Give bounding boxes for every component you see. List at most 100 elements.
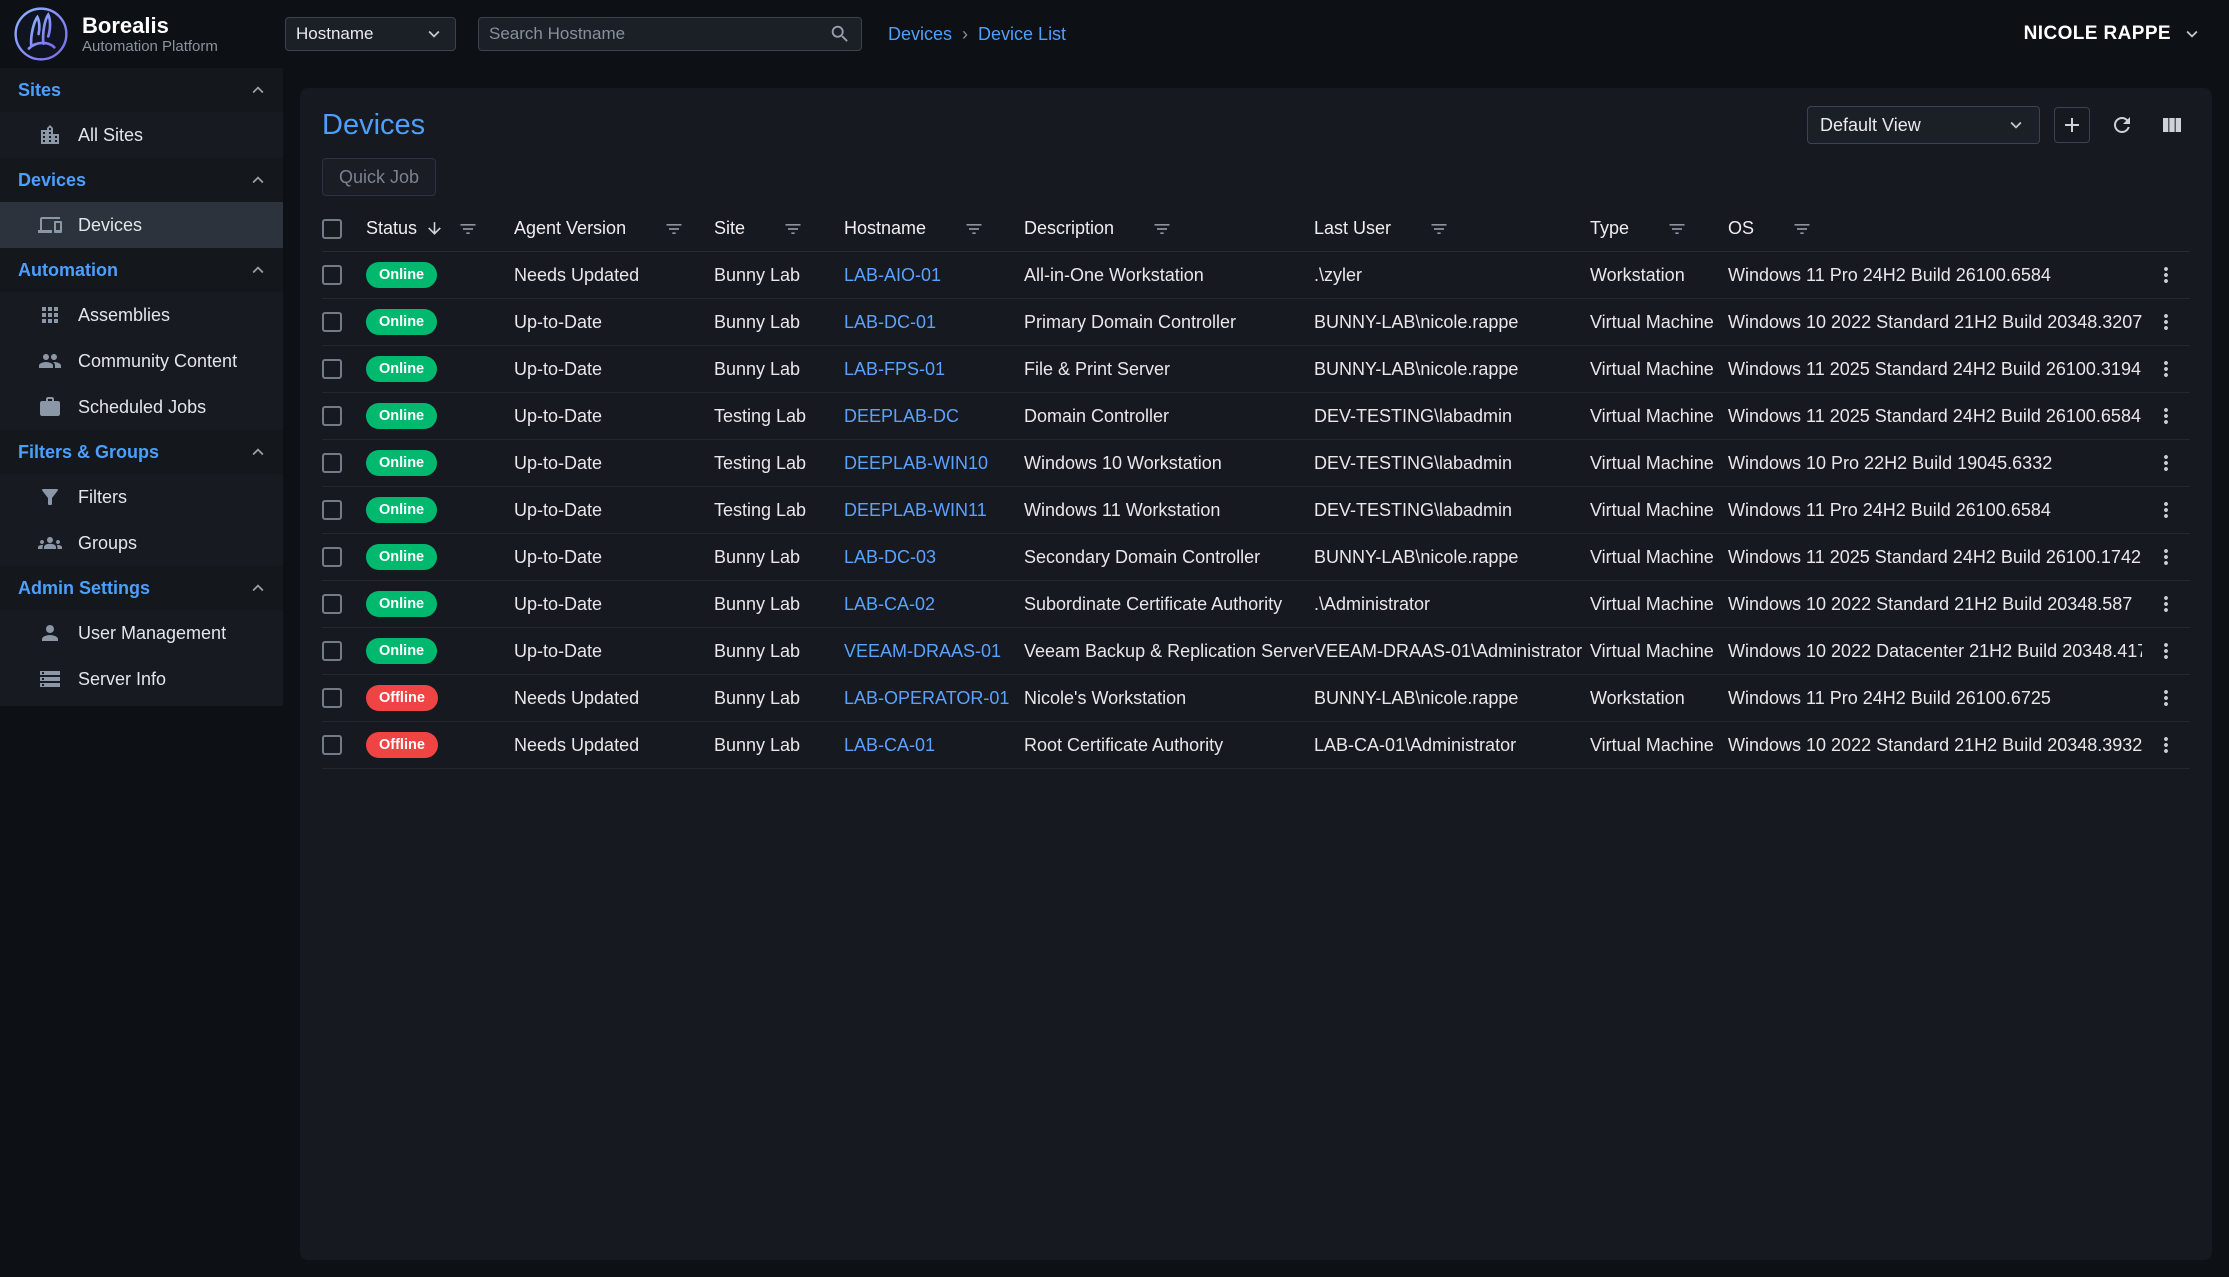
filter-icon[interactable] xyxy=(1429,219,1449,239)
sidebar-item-devices[interactable]: Devices xyxy=(0,202,283,248)
search-field-select[interactable]: Hostname xyxy=(285,17,456,51)
status-badge: Online xyxy=(366,497,437,523)
row-menu-kebab-icon[interactable] xyxy=(2154,404,2178,428)
status-badge: Online xyxy=(366,638,437,664)
column-header-os[interactable]: OS xyxy=(1728,218,2142,239)
chevron-down-icon xyxy=(2005,114,2027,136)
table-row[interactable]: Online Up-to-Date Bunny Lab LAB-CA-02 Su… xyxy=(322,581,2190,628)
add-view-button[interactable] xyxy=(2054,107,2090,143)
table-row[interactable]: Online Needs Updated Bunny Lab LAB-AIO-0… xyxy=(322,252,2190,299)
sidebar-item-server-info[interactable]: Server Info xyxy=(0,656,283,702)
filter-icon[interactable] xyxy=(964,219,984,239)
breadcrumb-devices[interactable]: Devices xyxy=(888,24,952,45)
filter-icon[interactable] xyxy=(458,219,478,239)
row-checkbox[interactable] xyxy=(322,312,342,332)
row-menu-kebab-icon[interactable] xyxy=(2154,686,2178,710)
sidebar-item-filters[interactable]: Filters xyxy=(0,474,283,520)
sidebar-item-assemblies[interactable]: Assemblies xyxy=(0,292,283,338)
table-row[interactable]: Online Up-to-Date Bunny Lab VEEAM-DRAAS-… xyxy=(322,628,2190,675)
site-cell: Testing Lab xyxy=(714,406,844,427)
sidebar-item-user-management[interactable]: User Management xyxy=(0,610,283,656)
column-header-type[interactable]: Type xyxy=(1590,218,1728,239)
row-checkbox[interactable] xyxy=(322,265,342,285)
search-input[interactable] xyxy=(489,24,829,44)
hostname-link[interactable]: LAB-CA-01 xyxy=(844,735,1024,756)
column-header-agent-version[interactable]: Agent Version xyxy=(514,218,714,239)
sidebar-item-label: Devices xyxy=(78,215,142,236)
row-checkbox[interactable] xyxy=(322,547,342,567)
groups-icon xyxy=(38,531,62,555)
sidebar-section-automation[interactable]: Automation xyxy=(0,248,283,292)
site-cell: Bunny Lab xyxy=(714,735,844,756)
sidebar-section-filters-groups[interactable]: Filters & Groups xyxy=(0,430,283,474)
column-header-last-user[interactable]: Last User xyxy=(1314,218,1590,239)
status-badge: Offline xyxy=(366,732,438,758)
row-menu-kebab-icon[interactable] xyxy=(2154,639,2178,663)
column-header-site[interactable]: Site xyxy=(714,218,844,239)
table-row[interactable]: Online Up-to-Date Testing Lab DEEPLAB-DC… xyxy=(322,393,2190,440)
row-menu-kebab-icon[interactable] xyxy=(2154,310,2178,334)
sidebar-section-admin-settings[interactable]: Admin Settings xyxy=(0,566,283,610)
row-menu-kebab-icon[interactable] xyxy=(2154,592,2178,616)
table-row[interactable]: Online Up-to-Date Bunny Lab LAB-DC-03 Se… xyxy=(322,534,2190,581)
columns-button[interactable] xyxy=(2154,107,2190,143)
hostname-link[interactable]: DEEPLAB-DC xyxy=(844,406,1024,427)
sort-desc-icon[interactable] xyxy=(425,219,444,238)
row-menu-kebab-icon[interactable] xyxy=(2154,498,2178,522)
row-checkbox[interactable] xyxy=(322,735,342,755)
row-checkbox[interactable] xyxy=(322,500,342,520)
table-row[interactable]: Online Up-to-Date Testing Lab DEEPLAB-WI… xyxy=(322,487,2190,534)
table-row[interactable]: Online Up-to-Date Bunny Lab LAB-FPS-01 F… xyxy=(322,346,2190,393)
column-header-hostname[interactable]: Hostname xyxy=(844,218,1024,239)
hostname-link[interactable]: LAB-DC-03 xyxy=(844,547,1024,568)
refresh-button[interactable] xyxy=(2104,107,2140,143)
hostname-link[interactable]: LAB-CA-02 xyxy=(844,594,1024,615)
search-icon[interactable] xyxy=(829,23,851,45)
hostname-link[interactable]: VEEAM-DRAAS-01 xyxy=(844,641,1024,662)
row-checkbox[interactable] xyxy=(322,406,342,426)
filter-icon[interactable] xyxy=(664,219,684,239)
hostname-link[interactable]: DEEPLAB-WIN10 xyxy=(844,453,1024,474)
sidebar-section-devices[interactable]: Devices xyxy=(0,158,283,202)
table-row[interactable]: Offline Needs Updated Bunny Lab LAB-CA-0… xyxy=(322,722,2190,769)
column-header-description[interactable]: Description xyxy=(1024,218,1314,239)
sidebar-item-groups[interactable]: Groups xyxy=(0,520,283,566)
row-menu-kebab-icon[interactable] xyxy=(2154,545,2178,569)
hostname-link[interactable]: DEEPLAB-WIN11 xyxy=(844,500,1024,521)
row-checkbox[interactable] xyxy=(322,641,342,661)
row-checkbox[interactable] xyxy=(322,594,342,614)
sidebar-item-all-sites[interactable]: All Sites xyxy=(0,112,283,158)
hostname-link[interactable]: LAB-OPERATOR-01 xyxy=(844,688,1024,709)
quick-job-button[interactable]: Quick Job xyxy=(322,158,436,196)
filter-icon[interactable] xyxy=(1792,219,1812,239)
table-row[interactable]: Online Up-to-Date Testing Lab DEEPLAB-WI… xyxy=(322,440,2190,487)
sidebar-item-community-content[interactable]: Community Content xyxy=(0,338,283,384)
filter-icon[interactable] xyxy=(783,219,803,239)
sidebar-section-sites[interactable]: Sites xyxy=(0,68,283,112)
row-checkbox[interactable] xyxy=(322,453,342,473)
agent-version-cell: Up-to-Date xyxy=(514,547,714,568)
row-menu-kebab-icon[interactable] xyxy=(2154,733,2178,757)
breadcrumb-device-list[interactable]: Device List xyxy=(978,24,1066,45)
hostname-link[interactable]: LAB-AIO-01 xyxy=(844,265,1024,286)
hostname-link[interactable]: LAB-DC-01 xyxy=(844,312,1024,333)
brand-subtitle: Automation Platform xyxy=(82,38,218,55)
row-checkbox[interactable] xyxy=(322,688,342,708)
row-menu-kebab-icon[interactable] xyxy=(2154,263,2178,287)
row-menu-kebab-icon[interactable] xyxy=(2154,451,2178,475)
table-row[interactable]: Online Up-to-Date Bunny Lab LAB-DC-01 Pr… xyxy=(322,299,2190,346)
hostname-link[interactable]: LAB-FPS-01 xyxy=(844,359,1024,380)
select-all-checkbox[interactable] xyxy=(322,219,342,239)
row-checkbox[interactable] xyxy=(322,359,342,379)
user-management-icon xyxy=(38,621,62,645)
os-cell: Windows 11 Pro 24H2 Build 26100.6584 xyxy=(1728,500,2142,521)
sidebar-item-scheduled-jobs[interactable]: Scheduled Jobs xyxy=(0,384,283,430)
user-menu[interactable]: NICOLE RAPPE xyxy=(2024,23,2203,45)
column-header-status[interactable]: Status xyxy=(366,218,514,239)
filter-icon[interactable] xyxy=(1667,219,1687,239)
view-select[interactable]: Default View xyxy=(1807,106,2040,144)
all-sites-icon xyxy=(38,123,62,147)
row-menu-kebab-icon[interactable] xyxy=(2154,357,2178,381)
table-row[interactable]: Offline Needs Updated Bunny Lab LAB-OPER… xyxy=(322,675,2190,722)
filter-icon[interactable] xyxy=(1152,219,1172,239)
